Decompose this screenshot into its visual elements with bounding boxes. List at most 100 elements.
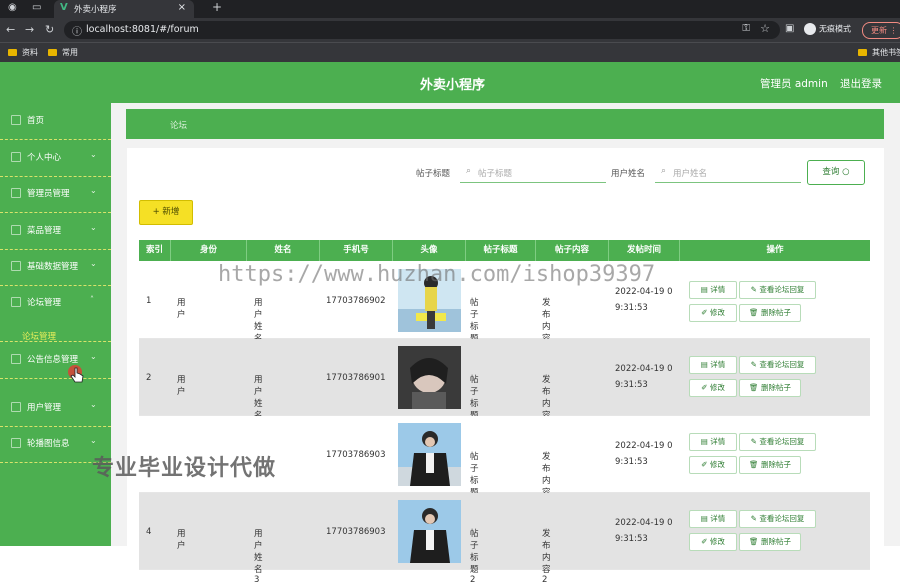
bookmark-label: 资料 xyxy=(22,48,38,57)
bookmarks-bar: 资料 常用 其他书签 xyxy=(0,42,900,62)
menu-icon xyxy=(11,402,21,412)
edit-label: 修改 xyxy=(709,383,725,392)
query-button[interactable]: 查询 ○ xyxy=(807,160,865,185)
tab-search-icon[interactable]: ▭ xyxy=(32,2,41,13)
avatar xyxy=(398,423,461,486)
url-watermark: https://www.huzhan.com/ishop39397 xyxy=(218,262,656,287)
table-row: 2 用户 用户姓名1 17703786901 帖子标题4 发布内容4 2022-… xyxy=(139,339,870,431)
sidebar-item-label: 轮播图信息 xyxy=(27,439,70,449)
delete-button[interactable]: 🗑 删除帖子 xyxy=(739,533,801,551)
edit-label: 修改 xyxy=(709,537,725,546)
app-title: 外卖小程序 xyxy=(420,78,486,93)
sidebar-item-label: 论坛管理 xyxy=(27,298,62,308)
view-reply-label: 查看论坛回复 xyxy=(759,437,805,446)
update-button[interactable]: 更新 ⋮ xyxy=(862,22,900,39)
edit-button[interactable]: ✐ 修改 xyxy=(689,379,737,397)
browser-tab-bar: ◉ ▭ V 外卖小程序 × + xyxy=(0,0,900,18)
bookmark-star-icon[interactable]: ☆ xyxy=(760,22,770,35)
hand-cursor-icon xyxy=(68,365,84,383)
query-button-label: 查询 xyxy=(822,167,840,177)
reload-icon[interactable]: ↻ xyxy=(45,23,54,36)
sidebar-item-dishes[interactable]: 菜品管理 ⌄ xyxy=(0,213,111,250)
sidebar-item-notices[interactable]: 公告信息管理 ⌄ xyxy=(0,341,111,379)
side-panel-icon[interactable]: ▣ xyxy=(785,23,794,34)
search-icon: ⌕ xyxy=(466,166,472,176)
row-content: 发布内容2 xyxy=(542,529,551,585)
view-reply-button[interactable]: ✎ 查看论坛回复 xyxy=(739,433,816,451)
post-title-placeholder: 帖子标题 xyxy=(478,169,513,179)
sidebar-item-admins[interactable]: 管理员管理 ⌄ xyxy=(0,176,111,213)
other-bookmarks[interactable]: 其他书签 xyxy=(858,47,900,58)
update-label: 更新 xyxy=(871,26,887,35)
column-header: 身份 xyxy=(171,240,247,261)
menu-icon xyxy=(11,297,21,307)
user-name-input[interactable]: ⌕ 用户姓名 xyxy=(655,162,801,183)
forward-icon[interactable]: → xyxy=(25,23,34,36)
back-icon[interactable]: ← xyxy=(6,23,15,36)
chevron-down-icon: ⌄ xyxy=(90,150,97,159)
browser-menu-icon[interactable]: ◉ xyxy=(8,2,17,13)
new-tab-icon[interactable]: + xyxy=(212,0,222,14)
row-time: 2022-04-19 0 xyxy=(615,364,673,374)
edit-button[interactable]: ✐ 修改 xyxy=(689,456,737,474)
edit-label: 修改 xyxy=(709,308,725,317)
bookmark-item[interactable]: 资料 xyxy=(8,47,38,58)
sidebar-item-label: 用户管理 xyxy=(27,403,62,413)
view-reply-label: 查看论坛回复 xyxy=(759,360,805,369)
menu-icon xyxy=(11,152,21,162)
column-header: 操作 xyxy=(766,245,784,255)
sidebar-item-home[interactable]: 首页 xyxy=(0,103,111,140)
detail-button[interactable]: ▤ 详情 xyxy=(689,510,737,528)
sidebar-item-users[interactable]: 用户管理 ⌄ xyxy=(0,390,111,427)
detail-button[interactable]: ▤ 详情 xyxy=(689,281,737,299)
edit-button[interactable]: ✐ 修改 xyxy=(689,304,737,322)
sidebar-item-basic-data[interactable]: 基础数据管理 ⌄ xyxy=(0,249,111,286)
sidebar-item-label: 基础数据管理 xyxy=(27,262,79,272)
chevron-down-icon: ⌄ xyxy=(90,400,97,409)
menu-icon xyxy=(11,438,21,448)
search-icon: ⌕ xyxy=(661,166,667,176)
site-info-icon[interactable]: ⓘ xyxy=(72,23,82,38)
detail-button[interactable]: ▤ 详情 xyxy=(689,356,737,374)
url-bar[interactable]: ⓘ localhost:8081/#/forum ⚿ ☆ xyxy=(64,21,780,39)
row-phone: 17703786901 xyxy=(326,373,386,383)
logout-link[interactable]: 退出登录 xyxy=(840,76,882,91)
view-reply-button[interactable]: ✎ 查看论坛回复 xyxy=(739,510,816,528)
edit-button[interactable]: ✐ 修改 xyxy=(689,533,737,551)
column-header: 发帖时间 xyxy=(609,240,680,261)
sidebar-item-forum[interactable]: 论坛管理 ˄ xyxy=(0,285,111,321)
bookmark-label: 常用 xyxy=(62,48,78,57)
table-header: 索引 身份 姓名 手机号 头像 帖子标题 帖子内容 发帖时间 操作 xyxy=(139,240,870,261)
folder-icon xyxy=(48,49,57,56)
delete-button[interactable]: 🗑 删除帖子 xyxy=(739,304,801,322)
column-header: 头像 xyxy=(393,240,466,261)
browser-tab[interactable]: V 外卖小程序 × xyxy=(54,0,194,18)
add-button[interactable]: + 新增 xyxy=(139,200,193,225)
row-role: 用户 xyxy=(177,375,186,397)
incognito-avatar-icon xyxy=(804,23,816,35)
row-index: 4 xyxy=(146,527,152,537)
sidebar-item-label: 菜品管理 xyxy=(27,226,62,236)
menu-icon xyxy=(11,115,21,125)
app-header: 外卖小程序 管理员 admin 退出登录 xyxy=(0,62,900,103)
close-tab-icon[interactable]: × xyxy=(178,2,186,13)
delete-button[interactable]: 🗑 删除帖子 xyxy=(739,379,801,397)
incognito-indicator[interactable]: 无痕模式 xyxy=(804,23,851,35)
view-reply-button[interactable]: ✎ 查看论坛回复 xyxy=(739,356,816,374)
user-name-label: 用户姓名 xyxy=(611,169,646,179)
view-reply-button[interactable]: ✎ 查看论坛回复 xyxy=(739,281,816,299)
incognito-label: 无痕模式 xyxy=(819,24,851,34)
row-time: 2022-04-19 0 xyxy=(615,287,673,297)
post-title-input[interactable]: ⌕ 帖子标题 xyxy=(460,162,606,183)
chevron-down-icon: ⌄ xyxy=(90,223,97,232)
row-role: 用户 xyxy=(177,298,186,320)
sidebar-item-profile[interactable]: 个人中心 ⌄ xyxy=(0,140,111,177)
column-header: 索引 xyxy=(139,240,171,261)
key-icon[interactable]: ⚿ xyxy=(742,23,750,34)
chevron-down-icon: ⌄ xyxy=(90,352,97,361)
bookmark-item[interactable]: 常用 xyxy=(48,47,78,58)
delete-button[interactable]: 🗑 删除帖子 xyxy=(739,456,801,474)
detail-label: 详情 xyxy=(710,437,726,446)
chevron-down-icon: ⌄ xyxy=(90,186,97,195)
detail-button[interactable]: ▤ 详情 xyxy=(689,433,737,451)
